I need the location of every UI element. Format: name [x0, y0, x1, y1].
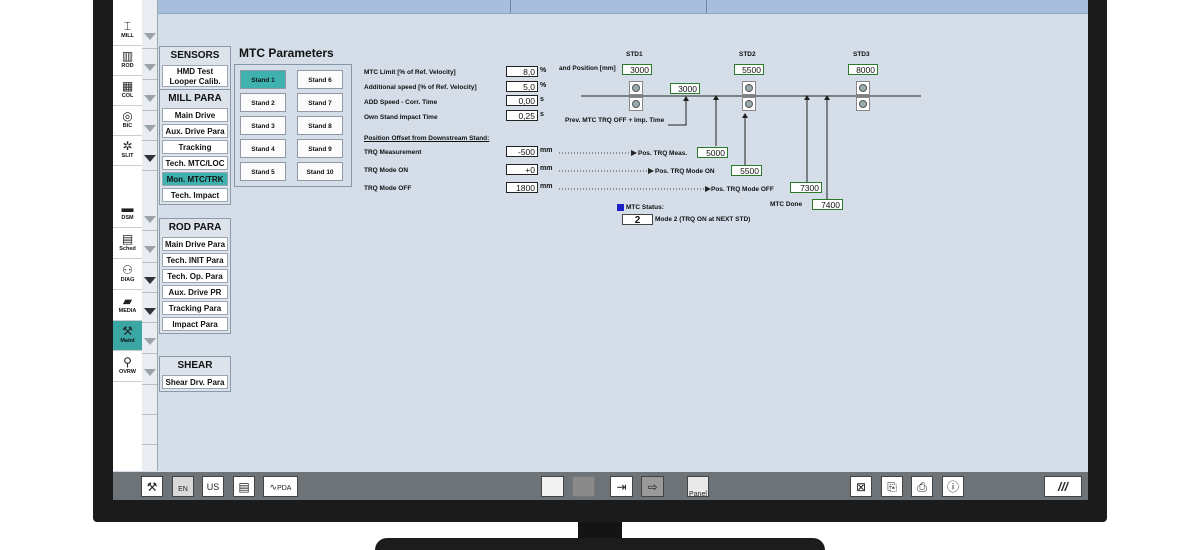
language-en-label: EN — [178, 486, 188, 493]
language-us-button[interactable]: US — [202, 476, 224, 497]
roll-icon — [629, 97, 643, 111]
and-position-label: and Position [mm] — [559, 65, 616, 72]
window-icon[interactable]: ▤ — [233, 476, 255, 497]
mtc-status-indicator — [617, 204, 624, 211]
bottom-taskbar: ⚒ EN US ▤ ∿PDA ⇥ ⇨ Panel ⊠ ⎘ ⎙ ⓘ /// — [113, 472, 1088, 500]
copy-icon[interactable]: ⎘ — [881, 476, 903, 497]
panel-label: Panel — [689, 491, 707, 498]
roll-icon — [856, 81, 870, 95]
pda-label: PDA — [277, 485, 292, 492]
std1-position-value: 3000 — [622, 64, 652, 75]
mtc-done-label: MTC Done — [770, 201, 803, 208]
pos-trq-off-label: Pos. TRQ Mode OFF — [711, 186, 774, 193]
blank-button[interactable] — [541, 476, 564, 497]
roll-icon — [742, 81, 756, 95]
mtc-status-label: MTC Status: — [626, 204, 664, 211]
std3-position-value: 8000 — [848, 64, 878, 75]
panel-button[interactable]: Panel — [687, 476, 709, 498]
pda-wave-icon: ∿ — [269, 482, 278, 492]
info-icon[interactable]: ⓘ — [942, 476, 964, 497]
language-en-button[interactable]: EN — [172, 476, 194, 497]
std2-label: STD2 — [739, 51, 756, 58]
print-icon[interactable]: ⎙ — [911, 476, 933, 497]
std3-label: STD3 — [853, 51, 870, 58]
blank-button-disabled[interactable] — [572, 476, 595, 497]
mtc-status-value: 2 — [622, 214, 653, 226]
close-window-icon[interactable]: ⊠ — [850, 476, 872, 497]
pos-trq-meas-value: 5000 — [697, 147, 728, 158]
roll-icon — [629, 81, 643, 95]
login-icon[interactable]: ⇥ — [610, 476, 633, 497]
std1-label: STD1 — [626, 51, 643, 58]
mtc-done-value: 7400 — [812, 199, 843, 210]
hmi-screen: ⌶ MILL ▥ ROD ▦ COL ◎ BIC ✲ SLIT ▬ DSM ▤ Sched ⚇… — [113, 0, 1088, 500]
roll-icon — [742, 97, 756, 111]
pos-trq-on-value: 5500 — [731, 165, 762, 176]
mid-position-value: 3000 — [670, 83, 700, 94]
mtc-status-text: Mode 2 (TRQ ON at NEXT STD) — [655, 216, 751, 223]
pda-button[interactable]: ∿PDA — [263, 476, 298, 497]
roll-icon — [856, 97, 870, 111]
pos-trq-meas-label: Pos. TRQ Meas. — [638, 150, 688, 157]
monitor-stand-base — [375, 538, 825, 550]
vendor-logo-icon: /// — [1044, 476, 1082, 497]
logout-icon[interactable]: ⇨ — [641, 476, 664, 497]
pos-trq-on-label: Pos. TRQ Mode ON — [655, 168, 715, 175]
tools-icon[interactable]: ⚒ — [141, 476, 163, 497]
prev-mtc-label: Prev. MTC TRQ OFF + Imp. Time — [565, 117, 665, 124]
pos-trq-off-value: 7300 — [790, 182, 822, 193]
std2-position-value: 5500 — [734, 64, 764, 75]
